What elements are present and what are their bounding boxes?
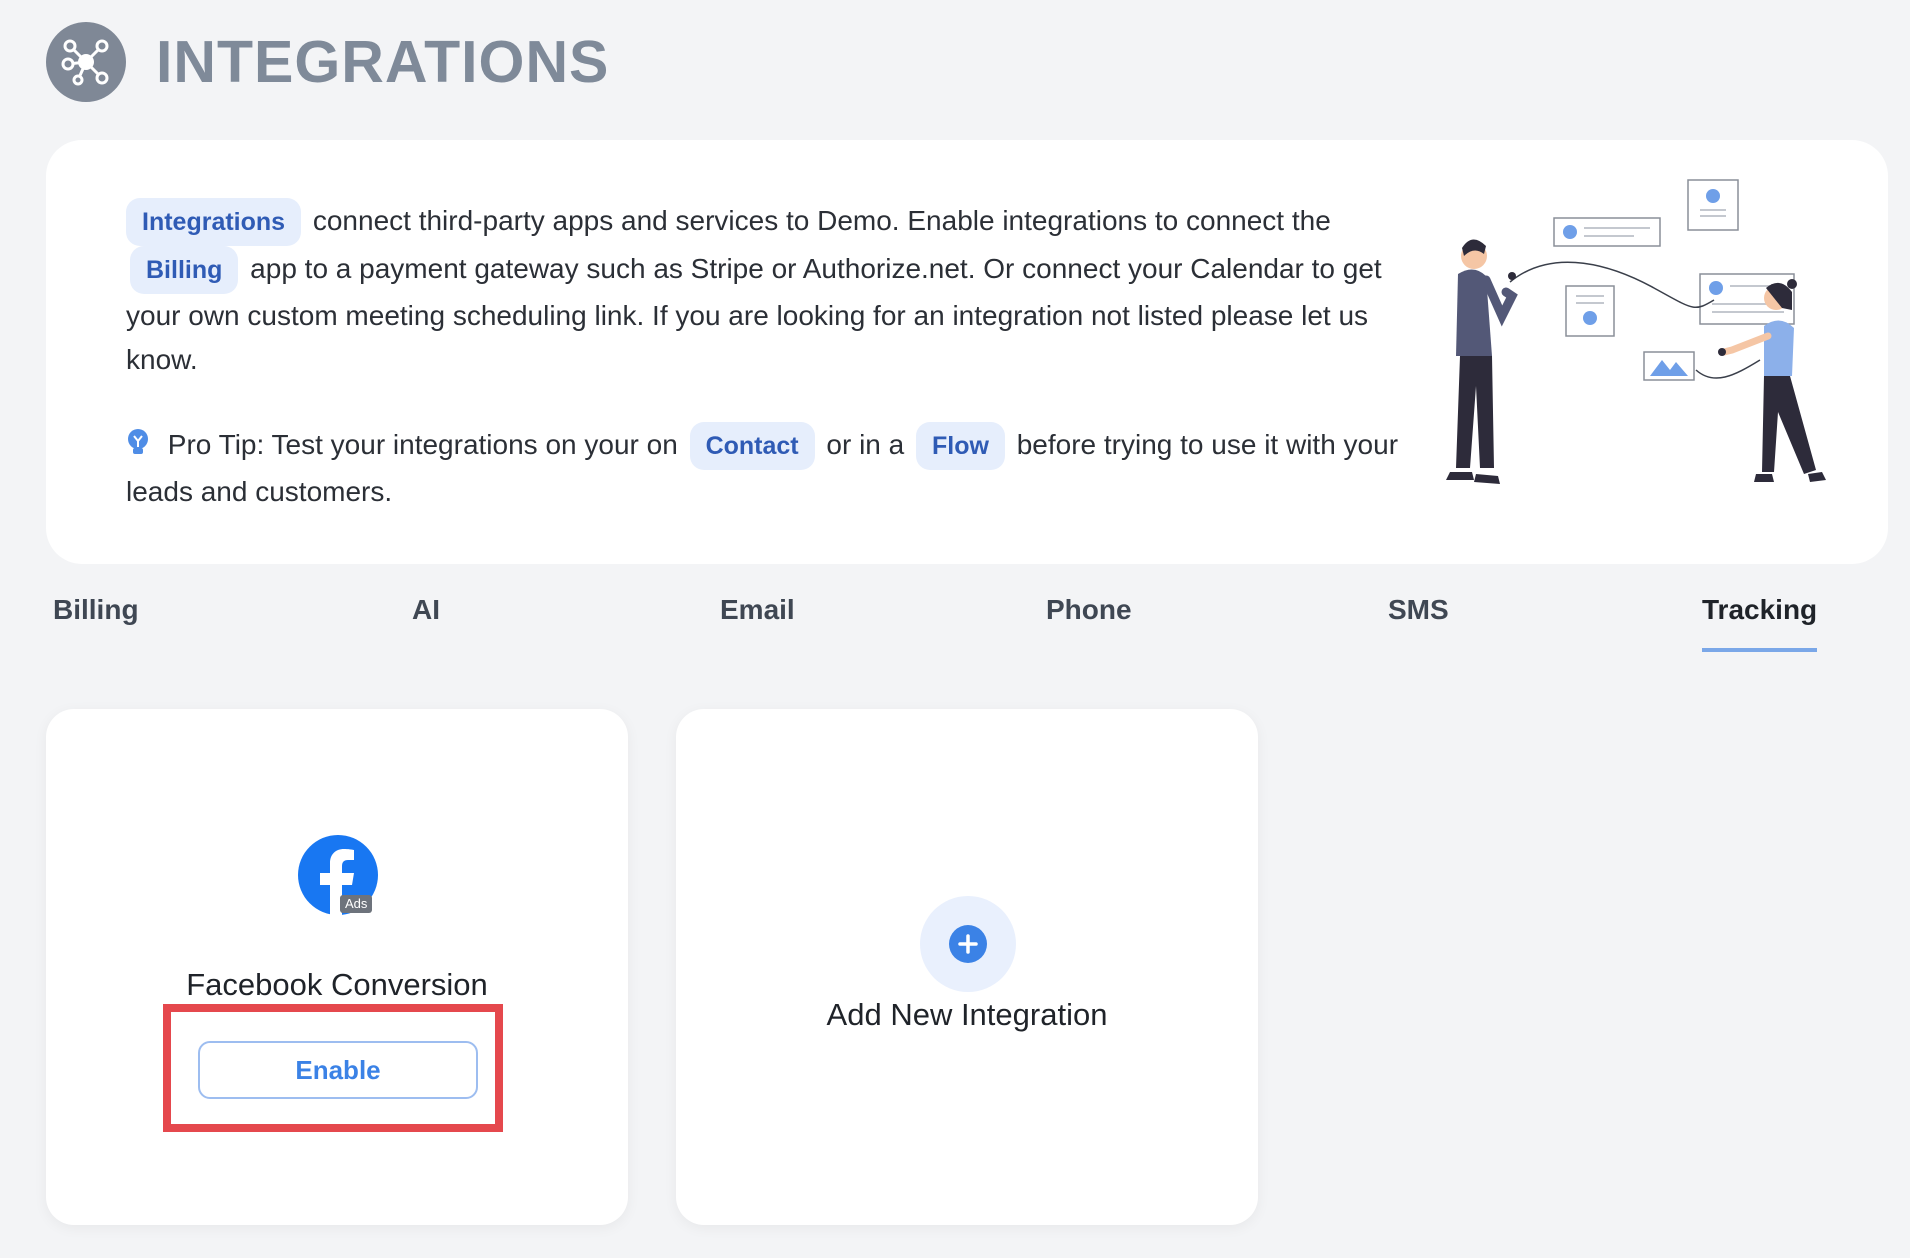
people-connecting-illustration bbox=[1414, 176, 1874, 516]
pro-tip-paragraph: Pro Tip: Test your integrations on your … bbox=[126, 422, 1416, 514]
tab-ai[interactable]: AI bbox=[412, 594, 440, 648]
add-new-integration-title: Add New Integration bbox=[826, 997, 1108, 1032]
tip-prefix: Pro Tip: Test your integrations on your … bbox=[167, 429, 678, 460]
info-panel: Integrations connect third-party apps an… bbox=[46, 140, 1888, 564]
facebook-conversion-card: Ads Facebook Conversion Enable bbox=[46, 709, 628, 1225]
flow-pill[interactable]: Flow bbox=[916, 422, 1005, 470]
tab-phone[interactable]: Phone bbox=[1046, 594, 1132, 648]
intro-text-2: app to a payment gateway such as Stripe … bbox=[126, 253, 1382, 375]
info-text: Integrations connect third-party apps an… bbox=[126, 198, 1416, 514]
intro-text-1: connect third-party apps and services to… bbox=[312, 205, 1331, 236]
integration-tabs: Billing AI Email Phone SMS Tracking bbox=[46, 594, 1888, 660]
tab-email[interactable]: Email bbox=[720, 594, 795, 648]
intro-paragraph: Integrations connect third-party apps an… bbox=[126, 198, 1416, 382]
plus-icon bbox=[949, 925, 987, 963]
facebook-conversion-title: Facebook Conversion bbox=[186, 967, 488, 1002]
ads-badge: Ads bbox=[340, 895, 373, 913]
integrations-network-icon bbox=[46, 22, 126, 102]
lightbulb-icon bbox=[126, 427, 150, 457]
page-header: INTEGRATIONS bbox=[46, 22, 609, 102]
enable-button[interactable]: Enable bbox=[198, 1041, 478, 1099]
tab-sms[interactable]: SMS bbox=[1388, 594, 1449, 648]
tab-billing[interactable]: Billing bbox=[53, 594, 139, 648]
tip-middle: or in a bbox=[826, 429, 905, 460]
billing-pill[interactable]: Billing bbox=[130, 246, 239, 294]
page-title: INTEGRATIONS bbox=[156, 29, 610, 95]
tab-tracking[interactable]: Tracking bbox=[1702, 594, 1818, 652]
contact-pill[interactable]: Contact bbox=[689, 422, 815, 470]
integrations-pill[interactable]: Integrations bbox=[126, 198, 302, 246]
add-integration-button[interactable] bbox=[920, 896, 1016, 992]
add-new-integration-card[interactable]: Add New Integration bbox=[676, 709, 1258, 1225]
